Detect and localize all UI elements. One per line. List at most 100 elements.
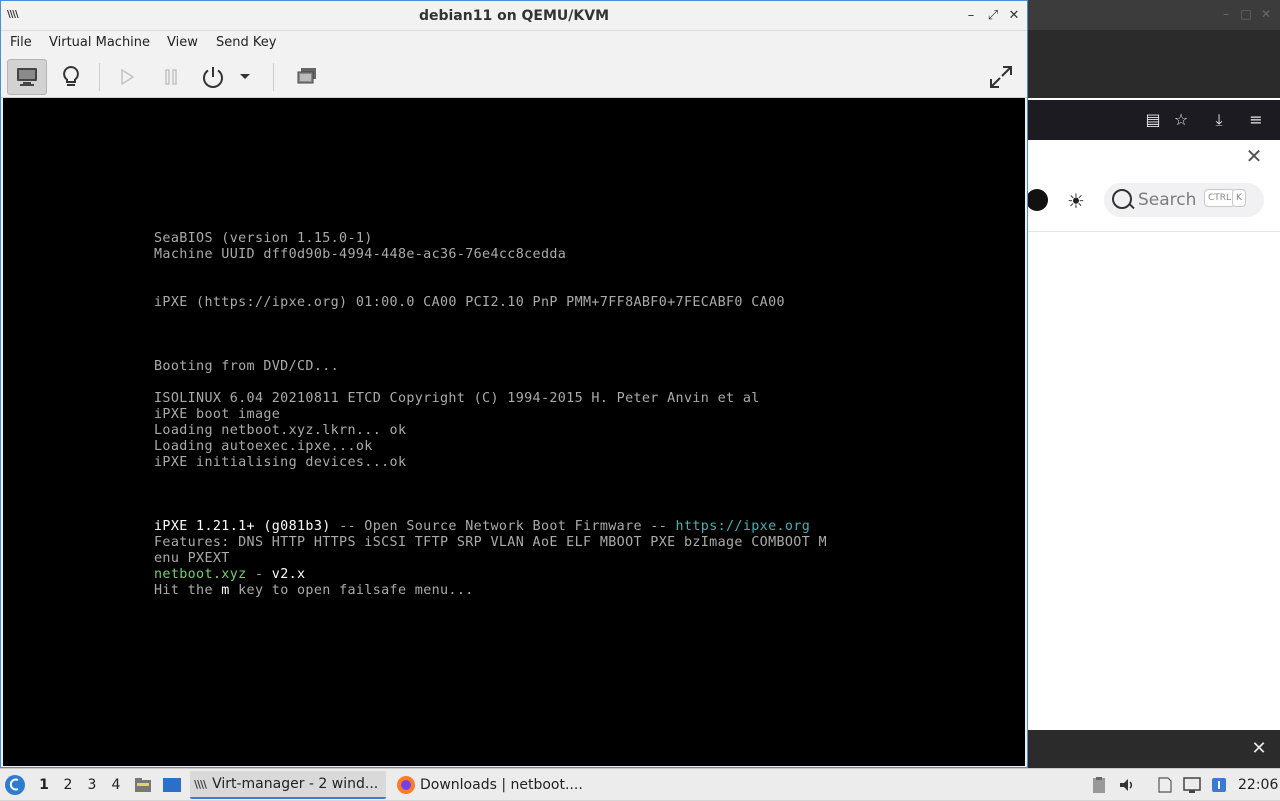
snapshots-button[interactable]: [287, 59, 327, 95]
ipxe-version: iPXE 1.21.1+ (g081b3): [154, 519, 331, 534]
toolbar-separator: [273, 63, 274, 91]
bookmark-star-icon[interactable]: ☆: [1170, 109, 1192, 131]
console-line: SeaBIOS (version 1.15.0-1): [154, 231, 373, 246]
hint-before: Hit the: [154, 583, 222, 598]
console-line: Machine UUID dff0d90b-4994-448e-ac36-76e…: [154, 247, 567, 262]
kbd-ctrl: CTRL: [1204, 189, 1236, 207]
ipxe-tagline: -- Open Source Network Boot Firmware --: [330, 519, 676, 534]
file-manager-launcher[interactable]: [134, 769, 154, 801]
features-line: Features: DNS HTTP HTTPS iSCSI TFTP SRP …: [154, 535, 827, 550]
features-line: enu PXEXT: [154, 551, 230, 566]
theme-toggle-icon[interactable]: ☀: [1064, 189, 1088, 213]
browser-tab-area: [1026, 30, 1280, 98]
console-line: Booting from DVD/CD...: [154, 359, 340, 374]
minimize-icon[interactable]: –: [1218, 6, 1234, 22]
notes-icon[interactable]: [1156, 776, 1174, 794]
play-icon: [121, 69, 134, 85]
shutdown-menu-button[interactable]: [233, 59, 257, 95]
show-details-button[interactable]: [51, 59, 91, 95]
shutdown-button[interactable]: [193, 59, 233, 95]
console-line: ISOLINUX 6.04 20210811 ETCD Copyright (C…: [154, 391, 760, 406]
hint-key: m: [221, 583, 230, 598]
menu-send-key[interactable]: Send Key: [216, 34, 276, 52]
pause-button[interactable]: [151, 59, 191, 95]
vm-console-display[interactable]: SeaBIOS (version 1.15.0-1) Machine UUID …: [3, 98, 1025, 766]
fullscreen-icon: [990, 66, 1012, 88]
search-button[interactable]: Search CTRL K: [1104, 183, 1264, 217]
workspace-1[interactable]: 1: [37, 777, 51, 793]
reader-view-icon[interactable]: ▤: [1142, 109, 1164, 131]
menubar: File Virtual Machine View Send Key: [1, 31, 1027, 55]
close-icon[interactable]: ✕: [1258, 6, 1274, 22]
maximize-icon[interactable]: ⤢: [985, 8, 1001, 24]
kbd-k: K: [1232, 189, 1246, 207]
netboot-version: v2.x: [271, 567, 306, 582]
console-line: iPXE (https://ipxe.org) 01:00.0 CA00 PCI…: [154, 295, 785, 310]
volume-icon[interactable]: [1118, 776, 1136, 794]
search-icon: [1112, 189, 1132, 209]
hint-after: key to open failsafe menu...: [229, 583, 474, 598]
close-icon[interactable]: ✕: [1006, 8, 1022, 24]
netboot-name: netboot.xyz: [154, 567, 247, 582]
minimize-icon[interactable]: –: [963, 8, 979, 24]
folder-icon: [135, 778, 151, 792]
taskbar: 1 2 3 4 \\\\ Virt-manager - 2 wind... Do…: [0, 768, 1280, 800]
browser-bottom-bar: ✕: [1026, 730, 1280, 768]
start-menu-button[interactable]: [4, 769, 28, 801]
browser-urlbar: ▤ ☆ ⤓ ≡: [1026, 100, 1280, 140]
toolbar-separator: [99, 63, 100, 91]
menu-file[interactable]: File: [10, 34, 32, 52]
run-button[interactable]: [107, 59, 147, 95]
power-icon: [203, 67, 223, 88]
notice-bar: ✕: [1026, 140, 1280, 170]
close-icon[interactable]: ✕: [1242, 144, 1266, 168]
virt-manager-icon: \\\\: [194, 777, 207, 791]
browser-titlebar: – □ ✕: [1026, 0, 1280, 30]
menu-virtual-machine[interactable]: Virtual Machine: [49, 34, 150, 52]
task-label: Downloads | netboot....: [420, 777, 583, 793]
github-icon[interactable]: [1026, 189, 1048, 211]
netboot-dash: -: [246, 567, 272, 582]
dropdown-icon: [240, 74, 250, 79]
workspace-3[interactable]: 3: [85, 777, 99, 793]
menu-view[interactable]: View: [167, 34, 198, 52]
toolbar: [1, 55, 1027, 98]
fullscreen-button[interactable]: [981, 59, 1021, 95]
console-line: Loading autoexec.ipxe...ok: [154, 439, 373, 454]
network-icon[interactable]: [1210, 776, 1228, 794]
desktop-icon: [163, 778, 181, 792]
search-placeholder: Search: [1138, 190, 1197, 210]
close-icon[interactable]: ✕: [1248, 738, 1270, 760]
background-browser-window: – □ ✕ ▤ ☆ ⤓ ≡ ✕ ☀ Search CTRL K ✕: [1026, 0, 1280, 768]
clock[interactable]: 22:06: [1238, 777, 1278, 793]
window-title: debian11 on QEMU/KVM: [418, 8, 610, 24]
debian-swirl-icon: [5, 775, 25, 795]
console-line: iPXE initialising devices...ok: [154, 455, 407, 470]
screen-icon[interactable]: [1183, 776, 1201, 794]
ipxe-banner-line: iPXE 1.21.1+ (g081b3) -- Open Source Net…: [154, 519, 810, 535]
console-line: iPXE boot image: [154, 407, 281, 422]
downloads-icon[interactable]: ⤓: [1208, 109, 1230, 131]
console-line: Loading netboot.xyz.lkrn... ok: [154, 423, 407, 438]
site-header: ☀ Search CTRL K: [1026, 170, 1280, 232]
snapshot-icon: [297, 68, 316, 84]
app-menu-icon[interactable]: ≡: [1245, 109, 1267, 131]
task-firefox[interactable]: Downloads | netboot....: [392, 771, 592, 799]
lightbulb-icon: [63, 65, 79, 86]
clipboard-icon[interactable]: [1090, 776, 1108, 794]
pause-icon: [165, 69, 177, 85]
ipxe-url: https://ipxe.org: [675, 519, 811, 534]
workspace-2[interactable]: 2: [61, 777, 75, 793]
failsafe-hint-line: Hit the m key to open failsafe menu...: [154, 583, 474, 599]
workspace-4[interactable]: 4: [109, 777, 123, 793]
show-console-button[interactable]: [7, 59, 47, 95]
netboot-line: netboot.xyz - v2.x: [154, 567, 305, 583]
firefox-icon: [397, 776, 415, 794]
task-virt-manager[interactable]: \\\\ Virt-manager - 2 wind...: [190, 771, 386, 799]
vm-window: \\\\ debian11 on QEMU/KVM – ⤢ ✕ File Vir…: [0, 0, 1028, 768]
show-desktop-button[interactable]: [162, 769, 184, 801]
task-label: Virt-manager - 2 wind...: [212, 776, 379, 792]
maximize-icon[interactable]: □: [1238, 6, 1254, 22]
display-icon: [17, 68, 37, 86]
window-titlebar[interactable]: \\\\ debian11 on QEMU/KVM – ⤢ ✕: [1, 1, 1027, 31]
